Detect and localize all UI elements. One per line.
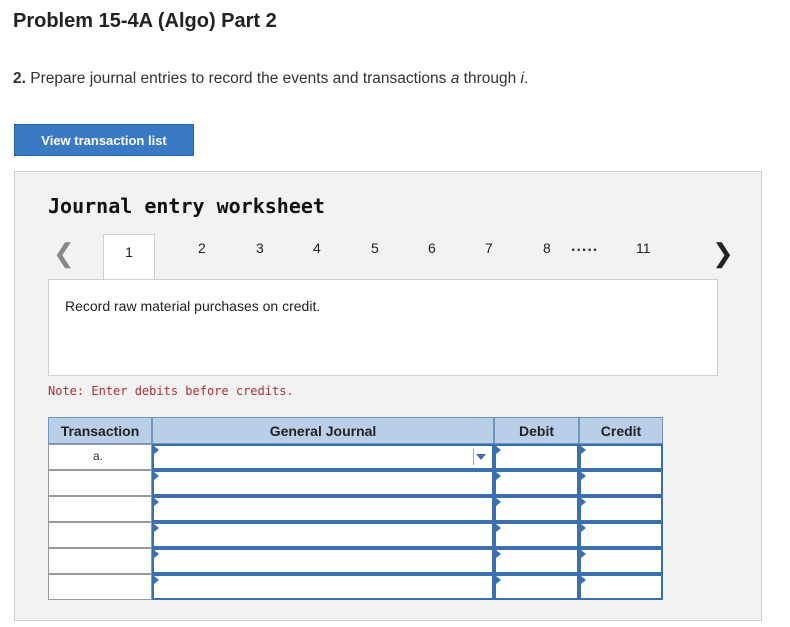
account-select[interactable]	[152, 470, 494, 496]
chevron-left-icon[interactable]: ❮	[53, 238, 75, 269]
instruction-mid: through	[459, 70, 521, 87]
header-general-journal: General Journal	[152, 417, 494, 444]
transaction-description-box: Record raw material purchases on credit.	[48, 279, 718, 376]
credit-input[interactable]	[579, 444, 663, 470]
transaction-description: Record raw material purchases on credit.	[65, 298, 321, 314]
instruction-number: 2.	[13, 70, 26, 87]
debit-input[interactable]	[494, 496, 579, 522]
tab-ellipsis: .....	[571, 238, 599, 255]
account-select[interactable]	[152, 496, 494, 522]
transaction-cell	[48, 574, 152, 600]
tab-2[interactable]: 2	[198, 240, 206, 256]
instruction-text: 2. Prepare journal entries to record the…	[13, 70, 528, 88]
credit-input[interactable]	[579, 470, 663, 496]
debit-input[interactable]	[494, 574, 579, 600]
account-select[interactable]	[152, 548, 494, 574]
tab-8[interactable]: 8	[543, 240, 551, 256]
transaction-cell	[48, 496, 152, 522]
tab-3[interactable]: 3	[256, 240, 264, 256]
instruction-end: .	[523, 70, 529, 87]
account-select[interactable]	[152, 444, 494, 470]
credit-input[interactable]	[579, 522, 663, 548]
tab-4[interactable]: 4	[313, 240, 321, 256]
debit-input[interactable]	[494, 444, 579, 470]
header-transaction: Transaction	[48, 417, 152, 444]
worksheet-title: Journal entry worksheet	[48, 194, 325, 218]
journal-entry-worksheet-panel: Journal entry worksheet ❮ 1 2 3 4 5 6 7 …	[14, 171, 762, 621]
tab-11[interactable]: 11	[636, 240, 651, 256]
transaction-cell: a.	[48, 444, 152, 470]
debit-input[interactable]	[494, 522, 579, 548]
transaction-cell	[48, 470, 152, 496]
credit-input[interactable]	[579, 548, 663, 574]
chevron-right-icon[interactable]: ❯	[712, 238, 734, 269]
view-transaction-list-button[interactable]: View transaction list	[14, 124, 194, 156]
instruction-body: Prepare journal entries to record the ev…	[25, 70, 451, 87]
tab-6[interactable]: 6	[428, 240, 436, 256]
note-text: Note: Enter debits before credits.	[48, 384, 294, 398]
header-debit: Debit	[494, 417, 579, 444]
transaction-cell	[48, 548, 152, 574]
chevron-down-icon[interactable]	[476, 454, 486, 460]
debit-input[interactable]	[494, 470, 579, 496]
tab-1[interactable]: 1	[103, 234, 155, 280]
credit-input[interactable]	[579, 496, 663, 522]
page-title: Problem 15-4A (Algo) Part 2	[13, 10, 277, 32]
tab-7[interactable]: 7	[485, 240, 493, 256]
debit-input[interactable]	[494, 548, 579, 574]
account-select[interactable]	[152, 574, 494, 600]
account-select[interactable]	[152, 522, 494, 548]
tab-5[interactable]: 5	[371, 240, 379, 256]
credit-input[interactable]	[579, 574, 663, 600]
header-credit: Credit	[579, 417, 663, 444]
transaction-cell	[48, 522, 152, 548]
